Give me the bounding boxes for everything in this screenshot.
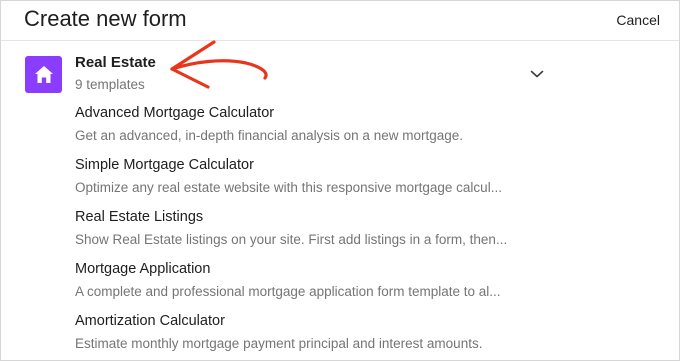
cancel-button[interactable]: Cancel (616, 11, 660, 29)
template-description: Get an advanced, in-depth financial anal… (75, 128, 463, 143)
template-list: Advanced Mortgage Calculator Get an adva… (75, 102, 665, 360)
template-item-amortization-calculator[interactable]: Amortization Calculator Estimate monthly… (75, 310, 665, 360)
home-icon (25, 56, 62, 93)
template-description: Optimize any real estate website with th… (75, 180, 502, 195)
template-item-advanced-mortgage-calculator[interactable]: Advanced Mortgage Calculator Get an adva… (75, 102, 665, 154)
template-item-real-estate-listings[interactable]: Real Estate Listings Show Real Estate li… (75, 206, 665, 258)
dialog-header: Create new form Cancel (1, 1, 679, 41)
template-title: Real Estate Listings (75, 209, 204, 225)
category-template-count: 9 templates (75, 77, 145, 92)
category-name: Real Estate (75, 54, 156, 71)
template-item-mortgage-application[interactable]: Mortgage Application A complete and prof… (75, 258, 665, 310)
template-title: Advanced Mortgage Calculator (75, 105, 275, 121)
template-description: A complete and professional mortgage app… (75, 284, 501, 299)
template-description: Estimate monthly mortgage payment princi… (75, 336, 483, 351)
template-title: Mortgage Application (75, 261, 211, 277)
template-title: Amortization Calculator (75, 313, 225, 329)
dialog-title: Create new form (24, 6, 187, 31)
template-description: Show Real Estate listings on your site. … (75, 232, 508, 247)
template-title: Simple Mortgage Calculator (75, 157, 254, 173)
template-item-simple-mortgage-calculator[interactable]: Simple Mortgage Calculator Optimize any … (75, 154, 665, 206)
chevron-down-icon[interactable] (529, 67, 545, 79)
create-form-dialog: Create new form Cancel Real Estate 9 tem… (0, 0, 680, 361)
category-real-estate[interactable]: Real Estate 9 templates (1, 41, 679, 97)
